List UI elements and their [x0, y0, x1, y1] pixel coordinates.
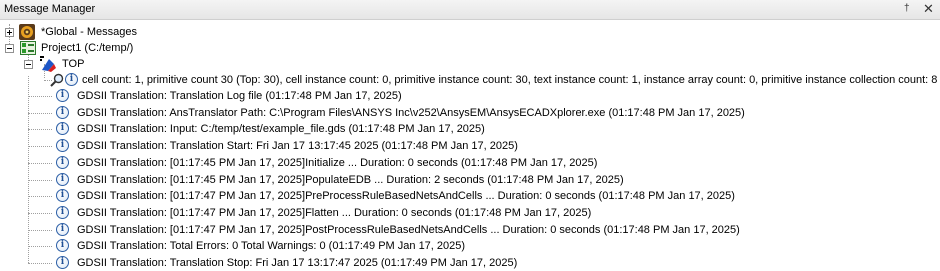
tree-node-global[interactable]: *Global - Messages — [0, 24, 300, 40]
design-icon — [40, 56, 56, 72]
info-icon: i — [56, 256, 69, 269]
message-row[interactable]: i GDSII Translation: [01:17:47 PM Jan 17,… — [28, 222, 928, 238]
title-bar: Message Manager † ✕ — [0, 0, 940, 20]
top-label: TOP — [62, 58, 85, 70]
message-row[interactable]: i GDSII Translation: AnsTranslator Path: … — [28, 105, 928, 121]
info-icon: i — [65, 73, 78, 86]
message-text: GDSII Translation: Translation Stop: Fri… — [77, 257, 518, 269]
window-title: Message Manager — [4, 3, 96, 15]
info-icon: i — [56, 155, 69, 169]
info-icon: i — [56, 139, 69, 153]
tree-line — [28, 146, 52, 148]
message-text: GDSII Translation: Input: C:/temp/test/e… — [77, 123, 485, 136]
message-text: GDSII Translation: [01:17:45 PM Jan 17, … — [77, 173, 624, 186]
message-text: GDSII Translation: AnsTranslator Path: C… — [77, 106, 745, 119]
info-icon: i — [56, 122, 69, 136]
message-row[interactable]: i GDSII Translation: [01:17:47 PM Jan 17,… — [28, 188, 928, 204]
collapse-top-button[interactable] — [24, 60, 33, 69]
tree-node-top[interactable]: TOP — [20, 56, 140, 72]
info-icon: i — [56, 205, 69, 219]
tree-line — [28, 96, 52, 97]
tree-node-project[interactable]: Project1 (C:/temp/) — [0, 40, 300, 56]
project-icon — [20, 41, 36, 55]
message-row[interactable]: i GDSII Translation: [01:17:45 PM Jan 17,… — [28, 172, 928, 188]
pin-icon[interactable]: † — [904, 3, 910, 14]
tree-line — [28, 196, 52, 198]
message-row[interactable]: i GDSII Translation: Input: C:/temp/test/… — [28, 121, 928, 137]
tree-line — [28, 112, 52, 114]
cell-summary-text: cell count: 1, primitive count 30 (Top: … — [82, 74, 938, 86]
tree-line — [28, 162, 52, 164]
global-messages-label: *Global - Messages — [41, 26, 137, 38]
info-icon: i — [56, 189, 69, 203]
message-row[interactable]: i GDSII Translation: Total Errors: 0 Tota… — [28, 238, 928, 254]
message-row[interactable]: i GDSII Translation: [01:17:47 PM Jan 17,… — [28, 205, 928, 221]
tree-line — [28, 179, 52, 181]
tree-line — [28, 129, 52, 131]
message-text: GDSII Translation: Translation Log file … — [77, 90, 402, 102]
info-icon: i — [56, 239, 69, 253]
message-text: GDSII Translation: [01:17:47 PM Jan 17, … — [77, 190, 735, 203]
message-text: GDSII Translation: [01:17:47 PM Jan 17, … — [77, 206, 592, 219]
message-row[interactable]: i GDSII Translation: Translation Stop: Fr… — [28, 255, 928, 271]
message-row[interactable]: i GDSII Translation: [01:17:45 PM Jan 17,… — [28, 155, 928, 171]
message-tree: *Global - Messages Project1 (C:/temp/) T… — [0, 20, 940, 269]
tree-line — [28, 212, 52, 214]
message-row[interactable]: i GDSII Translation: Translation Start: F… — [28, 138, 928, 154]
collapse-project-button[interactable] — [5, 44, 14, 53]
project-label: Project1 (C:/temp/) — [41, 42, 134, 54]
tree-line — [28, 229, 52, 231]
message-row[interactable]: i GDSII Translation: Translation Log file… — [28, 88, 928, 104]
message-text: GDSII Translation: Total Errors: 0 Total… — [77, 240, 466, 253]
global-messages-icon — [19, 24, 35, 40]
message-text: GDSII Translation: Translation Start: Fr… — [77, 140, 518, 153]
info-icon: i — [56, 105, 69, 119]
info-icon: i — [56, 89, 69, 102]
info-icon: i — [56, 222, 69, 236]
message-text: GDSII Translation: [01:17:47 PM Jan 17, … — [77, 223, 740, 236]
cell-summary-row[interactable]: i cell count: 1, primitive count 30 (Top… — [44, 72, 938, 88]
expand-global-button[interactable] — [5, 28, 14, 37]
message-text: GDSII Translation: [01:17:45 PM Jan 17, … — [77, 156, 598, 169]
info-icon: i — [56, 172, 69, 186]
close-icon[interactable]: ✕ — [923, 1, 934, 17]
magnifier-icon — [50, 73, 64, 87]
tree-line — [28, 246, 52, 248]
